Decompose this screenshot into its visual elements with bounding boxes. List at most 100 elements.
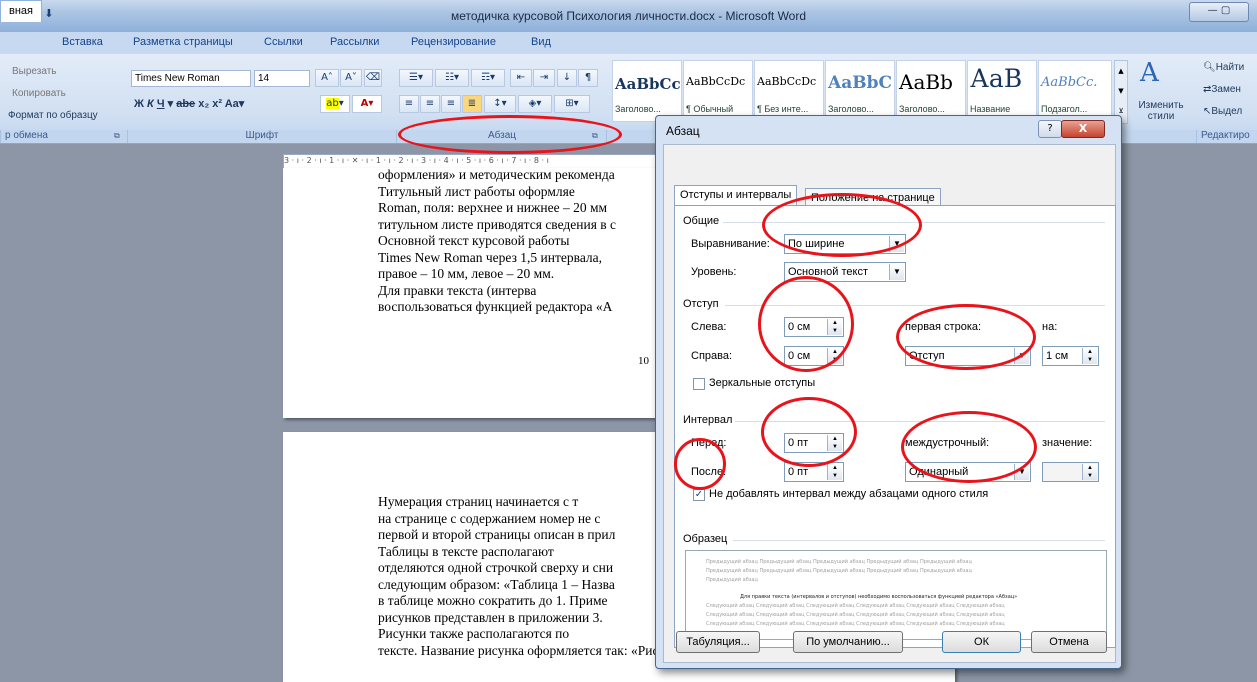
shrink-font-icon[interactable]: A˅ xyxy=(340,69,362,87)
section-indent: Отступ xyxy=(683,298,719,310)
spinner-arrows-icon[interactable]: ▲ ▼ xyxy=(827,435,842,451)
window-title: методичка курсовой Психология личности.d… xyxy=(450,9,807,23)
tab-references[interactable]: Ссылки xyxy=(264,36,303,48)
grow-font-icon[interactable]: A˄ xyxy=(315,69,339,87)
style-no-spacing[interactable]: AaBbCcDc ¶ Без инте... xyxy=(754,60,824,122)
style-name: ¶ Без инте... xyxy=(757,104,809,114)
sort-icon[interactable]: ↓ xyxy=(557,69,577,87)
space-after-label: После: xyxy=(691,466,727,478)
alignment-select[interactable]: По ширине ▼ xyxy=(784,234,906,254)
mirror-indents-checkbox[interactable] xyxy=(693,378,705,390)
multilevel-list-icon[interactable]: ☶▾ xyxy=(471,69,505,87)
help-button[interactable]: ? xyxy=(1038,120,1062,138)
indent-left-label: Слева: xyxy=(691,321,727,333)
window-controls[interactable]: — ▢ xyxy=(1189,2,1249,22)
spinner-arrows-icon[interactable]: ▲ ▼ xyxy=(827,319,842,335)
font-name-combo[interactable]: Times New Roman xyxy=(131,70,251,87)
borders-icon[interactable]: ⊞▾ xyxy=(554,95,590,113)
first-line-value: Отступ xyxy=(909,350,945,362)
space-after-spinner[interactable]: 0 пт ▲ ▼ xyxy=(784,462,844,482)
text-line: воспользоваться функцией редактора «А xyxy=(378,299,613,314)
set-default-button[interactable]: По умолчанию... xyxy=(793,631,903,653)
style-normal[interactable]: AaBbCcDc ¶ Обычный xyxy=(683,60,753,122)
line-spacing-icon[interactable]: ↕▾ xyxy=(484,95,516,113)
dont-add-space-label: Не добавлять интервал между абзацами одн… xyxy=(709,488,989,500)
tab-home[interactable]: вная xyxy=(0,0,42,22)
space-before-value: 0 пт xyxy=(788,437,809,449)
select-button[interactable]: ↖Выдел xyxy=(1203,106,1242,117)
line-spacing-at-label: значение: xyxy=(1042,437,1093,449)
tab-line-page-breaks[interactable]: Положение на странице xyxy=(805,188,941,206)
paragraph-launcher-icon[interactable]: ⧉ xyxy=(592,131,598,141)
indent-left-value: 0 см xyxy=(788,321,811,333)
tab-review[interactable]: Рецензирование xyxy=(411,36,496,48)
preview-next-line: Следующий абзац Следующий абзац Следующи… xyxy=(706,612,1005,618)
level-label: Уровень: xyxy=(691,266,737,278)
indent-left-spinner[interactable]: 0 см ▲ ▼ xyxy=(784,317,844,337)
align-left-icon[interactable]: ≡ xyxy=(399,95,419,113)
shading-icon[interactable]: ◈▾ xyxy=(518,95,552,113)
group-label-clipboard: р обмена xyxy=(0,130,131,143)
space-before-spinner[interactable]: 0 пт ▲ ▼ xyxy=(784,433,844,453)
divider xyxy=(735,421,1105,422)
font-size-combo[interactable]: 14 xyxy=(254,70,310,87)
close-button[interactable]: X xyxy=(1061,120,1105,138)
indent-right-value: 0 см xyxy=(788,350,811,362)
dialog-launcher-icon[interactable]: ⧉ xyxy=(114,131,120,141)
font-color-icon[interactable]: A▾ xyxy=(352,95,382,113)
replace-button[interactable]: ⇄Замен xyxy=(1203,84,1241,95)
cut-button[interactable]: Вырезать xyxy=(12,66,56,77)
spinner-arrows-icon[interactable]: ▲ ▼ xyxy=(1082,348,1097,364)
bullets-icon[interactable]: ☰▾ xyxy=(399,69,433,87)
first-line-select[interactable]: Отступ ▼ xyxy=(905,346,1031,366)
change-styles-icon[interactable]: A xyxy=(1140,58,1159,88)
tab-indents-spacing[interactable]: Отступы и интервалы xyxy=(674,185,798,206)
highlight-icon[interactable]: ab▾ xyxy=(320,95,350,113)
format-painter-button[interactable]: Формат по образцу xyxy=(8,110,98,121)
copy-button[interactable]: Копировать xyxy=(12,88,66,99)
numbering-icon[interactable]: ☷▾ xyxy=(435,69,469,87)
dont-add-space-checkbox[interactable]: ✓ xyxy=(693,489,705,501)
tabs-button[interactable]: Табуляция... xyxy=(676,631,760,653)
indent-right-spinner[interactable]: 0 см ▲ ▼ xyxy=(784,346,844,366)
group-label-font: Шрифт xyxy=(127,130,396,143)
increase-indent-icon[interactable]: ⇥ xyxy=(533,69,555,87)
style-heading-2[interactable]: AaBbC Заголово... xyxy=(825,60,895,122)
paragraph-dialog: Абзац ? X Отступы и интервалы Положение … xyxy=(655,115,1122,669)
tab-view[interactable]: Вид xyxy=(531,36,551,48)
tab-mailings[interactable]: Рассылки xyxy=(330,36,379,48)
font-format-buttons[interactable]: Ж К Ч ▾ abe x₂ x² Aa▾ xyxy=(134,97,244,110)
ok-button[interactable]: ОК xyxy=(942,631,1021,653)
align-center-icon[interactable]: ≡ xyxy=(420,95,440,113)
spinner-arrows-icon[interactable]: ▲ ▼ xyxy=(827,464,842,480)
tab-page-layout[interactable]: Разметка страницы xyxy=(133,36,233,48)
pilcrow-icon[interactable]: ¶ xyxy=(578,69,598,87)
group-label-paragraph: Абзац xyxy=(396,130,607,143)
change-styles-button[interactable]: Изменить стили xyxy=(1136,100,1186,122)
line-spacing-at-spinner[interactable]: ▲ ▼ xyxy=(1042,462,1099,482)
first-line-label: первая строка: xyxy=(905,321,982,333)
clear-format-icon[interactable]: ⌫ xyxy=(364,69,382,87)
spinner-arrows-icon[interactable]: ▲ ▼ xyxy=(1082,464,1097,480)
find-button[interactable]: 🔍︎Найти xyxy=(1203,62,1244,73)
preview-prev-line: Предыдущий абзац xyxy=(706,577,758,583)
space-before-label: Перед: xyxy=(691,437,727,449)
cancel-button[interactable]: Отмена xyxy=(1031,631,1107,653)
style-heading-1[interactable]: AaBbCc Заголово... xyxy=(612,60,682,122)
tab-insert[interactable]: Вставка xyxy=(62,36,103,48)
line-spacing-select[interactable]: Одинарный ▼ xyxy=(905,462,1031,482)
decrease-indent-icon[interactable]: ⇤ xyxy=(510,69,532,87)
preview-main-line: Для правки текста (интервалов и отступов… xyxy=(740,594,1018,600)
style-heading-3[interactable]: AaBb Заголово... xyxy=(896,60,966,122)
style-title[interactable]: АаВ Название xyxy=(967,60,1037,122)
spinner-arrows-icon[interactable]: ▲ ▼ xyxy=(827,348,842,364)
line-spacing-label: междустрочный: xyxy=(905,437,990,449)
justify-icon[interactable]: ≣ xyxy=(462,95,482,113)
alignment-label: Выравнивание: xyxy=(691,238,770,250)
align-right-icon[interactable]: ≡ xyxy=(441,95,461,113)
indent-by-spinner[interactable]: 1 см ▲ ▼ xyxy=(1042,346,1099,366)
text-line: Титульный лист работы оформляе xyxy=(378,183,575,199)
style-subtitle[interactable]: AaBbCc. Подзагол... xyxy=(1038,60,1112,122)
outline-level-select[interactable]: Основной текст ▼ xyxy=(784,262,906,282)
text-line: Основной текст курсовой работы xyxy=(378,233,570,248)
